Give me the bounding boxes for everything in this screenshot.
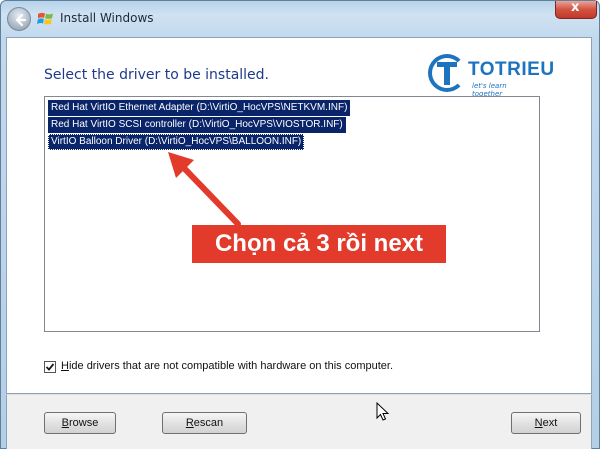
- mouse-cursor-icon: [376, 402, 390, 421]
- next-text: ext: [542, 417, 558, 429]
- window-title: Install Windows: [60, 11, 154, 25]
- browse-text: rowse: [69, 417, 99, 429]
- rescan-button[interactable]: Rescan: [162, 412, 247, 434]
- checkmark-icon: [45, 363, 55, 371]
- label-text: ide drivers that are not compatible with…: [68, 360, 394, 372]
- logo-name: TOTRIEU: [468, 59, 555, 80]
- close-icon: x: [571, 0, 580, 15]
- annotation-arrow-icon: [168, 152, 241, 227]
- totrieu-logo: TOTRIEU let's learn together: [428, 54, 554, 98]
- hide-incompatible-label[interactable]: Hide drivers that are not compatible wit…: [61, 360, 393, 372]
- browse-mnemonic: B: [61, 417, 69, 429]
- browse-button[interactable]: Browse: [44, 412, 116, 434]
- title-bar: Install Windows x: [1, 0, 599, 37]
- next-mnemonic: N: [534, 417, 543, 429]
- back-arrow-icon: [15, 13, 27, 27]
- driver-list[interactable]: Red Hat VirtIO Ethernet Adapter (D:\Virt…: [44, 96, 540, 332]
- back-button[interactable]: [7, 7, 31, 31]
- rescan-text: escan: [193, 417, 224, 429]
- windows-logo-icon: [37, 12, 53, 25]
- logo-t-icon: [437, 62, 457, 85]
- annotation-label: Chọn cả 3 rồi next: [192, 225, 446, 263]
- driver-item-viostor[interactable]: Red Hat VirtIO SCSI controller (D:\Virti…: [48, 117, 346, 133]
- driver-item-netkvm[interactable]: Red Hat VirtIO Ethernet Adapter (D:\Virt…: [48, 100, 351, 116]
- hide-incompatible-checkbox[interactable]: [44, 361, 56, 373]
- rescan-mnemonic: R: [185, 417, 194, 429]
- label-mnemonic: H: [61, 360, 69, 372]
- close-button[interactable]: x: [555, 0, 597, 19]
- page-heading: Select the driver to be installed.: [44, 67, 270, 83]
- next-button[interactable]: Next: [511, 412, 581, 434]
